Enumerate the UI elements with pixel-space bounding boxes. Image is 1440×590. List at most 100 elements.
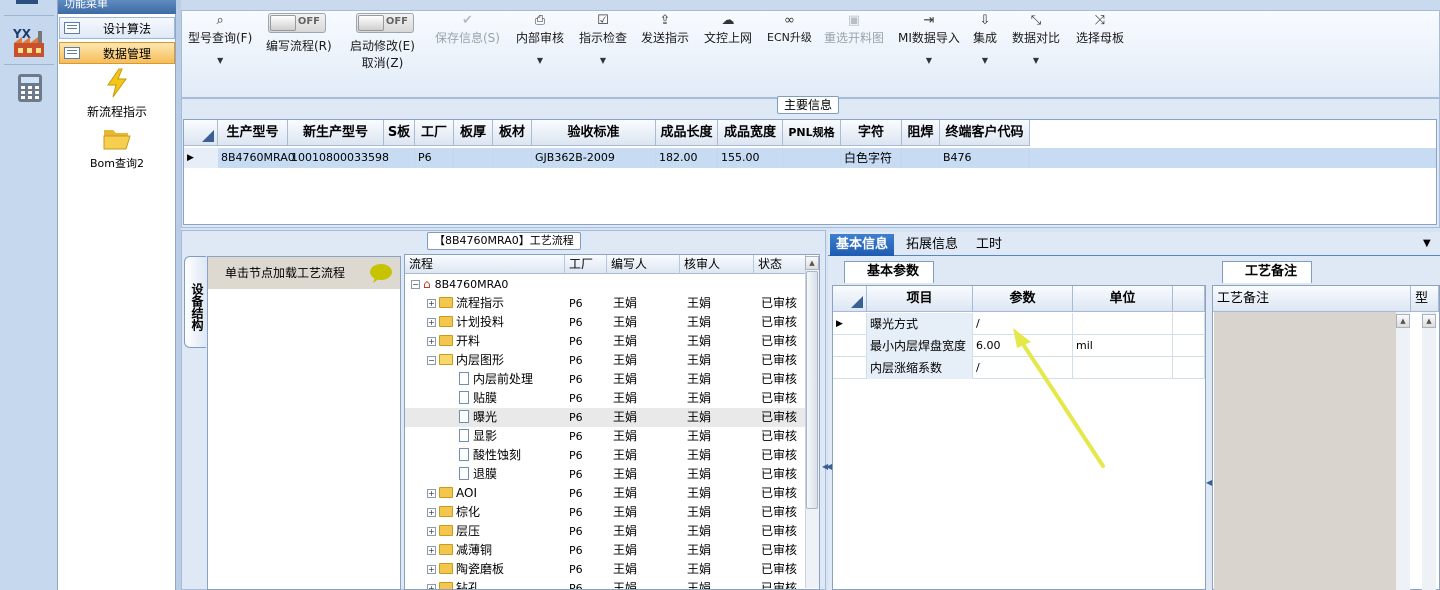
- scroll-up-icon[interactable]: ▲: [805, 256, 819, 270]
- send-instruction-button[interactable]: ⇪ 发送指示: [641, 13, 689, 46]
- tree-node-label[interactable]: 贴膜: [459, 389, 497, 408]
- collapse-left-icon[interactable]: ◀: [826, 462, 832, 471]
- param-cell-item[interactable]: 最小内层焊盘宽度: [867, 335, 973, 357]
- table-cell[interactable]: GJB362B-2009: [532, 148, 656, 168]
- scrollbar-thumb[interactable]: [806, 271, 818, 509]
- tree-row[interactable]: 退膜 P6 王娟 王娟 已审核: [405, 465, 805, 484]
- column-header[interactable]: 字符: [841, 120, 902, 146]
- param-cell-extra[interactable]: [1173, 357, 1205, 379]
- tree-row[interactable]: + 计划投料 P6 王娟 王娟 已审核: [405, 313, 805, 332]
- tree-row[interactable]: 显影 P6 王娟 王娟 已审核: [405, 427, 805, 446]
- save-info-button[interactable]: ✔ 保存信息(S): [435, 13, 500, 46]
- tree-node-label[interactable]: + 减薄铜: [427, 541, 492, 560]
- collapse-left-icon[interactable]: ◀: [1206, 478, 1212, 487]
- tree-node-label[interactable]: + 开料: [427, 332, 480, 351]
- column-header[interactable]: 参数: [973, 286, 1073, 312]
- tree-row[interactable]: + 层压 P6 王娟 王娟 已审核: [405, 522, 805, 541]
- column-header[interactable]: 新生产型号: [288, 120, 384, 146]
- column-header[interactable]: 板厚: [454, 120, 493, 146]
- tab-work-hours[interactable]: 工时: [970, 234, 1008, 256]
- param-cell-extra[interactable]: [1173, 335, 1205, 357]
- ecn-upgrade-button[interactable]: ∞ ECN升级: [767, 13, 812, 45]
- tree-node-label[interactable]: + 计划投料: [427, 313, 504, 332]
- hamburger-menu-icon[interactable]: [16, 0, 38, 4]
- table-cell[interactable]: 182.00: [656, 148, 718, 168]
- tree-node-label[interactable]: + 流程指示: [427, 294, 504, 313]
- tree-row[interactable]: + 棕化 P6 王娟 王娟 已审核: [405, 503, 805, 522]
- tree-row[interactable]: + 开料 P6 王娟 王娟 已审核: [405, 332, 805, 351]
- column-header[interactable]: 流程: [405, 255, 565, 274]
- table-cell[interactable]: B476: [940, 148, 1030, 168]
- table-cell[interactable]: [493, 148, 532, 168]
- cancel-label[interactable]: 取消(Z): [350, 54, 415, 71]
- expand-icon[interactable]: +: [427, 508, 436, 517]
- doc-control-online-button[interactable]: ☁ 文控上网: [704, 13, 752, 46]
- param-cell-item[interactable]: 内层涨缩系数: [867, 357, 973, 379]
- tree-node-label[interactable]: + 层压: [427, 522, 480, 541]
- tree-node-label[interactable]: 显影: [459, 427, 497, 446]
- tree-row[interactable]: + 陶瓷磨板 P6 王娟 王娟 已审核: [405, 560, 805, 579]
- tab-equipment-structure[interactable]: 设备结构: [184, 256, 206, 348]
- dropdown-arrow-icon[interactable]: ▼: [973, 56, 997, 65]
- tree-node-label[interactable]: 酸性蚀刻: [459, 446, 521, 465]
- instruction-check-button[interactable]: ☑ 指示检查 ▼: [579, 13, 627, 65]
- column-header[interactable]: 终端客户代码: [940, 120, 1030, 146]
- select-mother-board-button[interactable]: ⤨ 选择母板: [1076, 13, 1124, 46]
- integrate-button[interactable]: ⇩ 集成 ▼: [973, 13, 997, 65]
- toggle-switch[interactable]: OFF: [268, 13, 326, 33]
- internal-review-button[interactable]: ⎙ 内部审核 ▼: [516, 13, 564, 65]
- nav-item-design-algorithm[interactable]: 设计算法: [59, 17, 175, 39]
- dropdown-arrow-icon[interactable]: ▼: [188, 56, 252, 65]
- column-header[interactable]: 状态: [754, 255, 806, 274]
- reselect-cut-chart-button[interactable]: ▣ 重选开料图: [824, 13, 884, 46]
- table-cell[interactable]: [783, 148, 841, 168]
- table-cell[interactable]: [902, 148, 940, 168]
- column-header[interactable]: 工艺备注: [1213, 286, 1411, 312]
- tree-node-label[interactable]: − ⌂ 8B4760MRA0: [411, 275, 508, 294]
- speech-bubble-icon[interactable]: [369, 263, 393, 283]
- chevron-down-icon[interactable]: ▼: [1423, 238, 1431, 249]
- tree-node-label[interactable]: + 棕化: [427, 503, 480, 522]
- tree-row[interactable]: 酸性蚀刻 P6 王娟 王娟 已审核: [405, 446, 805, 465]
- nav-item-data-management[interactable]: 数据管理: [59, 42, 175, 64]
- dropdown-arrow-icon[interactable]: ▼: [1012, 56, 1060, 65]
- tab-basic-params[interactable]: 基本参数: [844, 261, 935, 283]
- table-cell[interactable]: [454, 148, 493, 168]
- calculator-icon[interactable]: [15, 72, 45, 104]
- write-flow-toggle[interactable]: OFF 编写流程(R): [266, 13, 332, 54]
- tool-new-flow-instruction[interactable]: 新流程指示: [59, 68, 175, 120]
- tree-row[interactable]: + 流程指示 P6 王娟 王娟 已审核: [405, 294, 805, 313]
- collapse-icon[interactable]: −: [427, 356, 436, 365]
- scroll-up-icon[interactable]: ▲: [1396, 314, 1410, 328]
- expand-icon[interactable]: +: [427, 337, 436, 346]
- mi-data-import-button[interactable]: ⇥ MI数据导入 ▼: [898, 13, 960, 65]
- tree-row[interactable]: 曝光 P6 王娟 王娟 已审核: [405, 408, 805, 427]
- table-cell[interactable]: 155.00: [718, 148, 783, 168]
- scroll-up-icon[interactable]: ▲: [1422, 314, 1436, 328]
- column-header[interactable]: 核审人: [680, 255, 754, 274]
- column-header[interactable]: 验收标准: [532, 120, 656, 146]
- tool-bom-query[interactable]: Bom查询2: [59, 126, 175, 171]
- param-cell-item[interactable]: 曝光方式: [867, 313, 973, 335]
- expand-icon[interactable]: +: [427, 318, 436, 327]
- tree-node-label[interactable]: + AOI: [427, 484, 477, 503]
- table-cell[interactable]: [384, 148, 415, 168]
- collapse-icon[interactable]: −: [411, 280, 420, 289]
- column-header[interactable]: PNL规格: [783, 120, 841, 146]
- tree-node-label[interactable]: + 陶瓷磨板: [427, 560, 504, 579]
- vertical-scrollbar[interactable]: [1422, 312, 1436, 590]
- table-cell[interactable]: P6: [415, 148, 454, 168]
- dropdown-arrow-icon[interactable]: ▼: [898, 56, 960, 65]
- expand-icon[interactable]: +: [427, 489, 436, 498]
- expand-icon[interactable]: +: [427, 546, 436, 555]
- tab-process-note[interactable]: 工艺备注: [1222, 261, 1313, 283]
- column-header[interactable]: 型: [1411, 286, 1439, 312]
- dropdown-arrow-icon[interactable]: ▼: [579, 56, 627, 65]
- param-cell-extra[interactable]: [1173, 313, 1205, 335]
- column-header[interactable]: 单位: [1073, 286, 1173, 312]
- yx-factory-icon[interactable]: YX: [12, 25, 46, 59]
- tab-basic-info[interactable]: 基本信息: [830, 234, 895, 256]
- tree-node-label[interactable]: 退膜: [459, 465, 497, 484]
- tree-node-label[interactable]: 曝光: [459, 408, 497, 427]
- table-cell[interactable]: 10010800033598: [288, 148, 389, 168]
